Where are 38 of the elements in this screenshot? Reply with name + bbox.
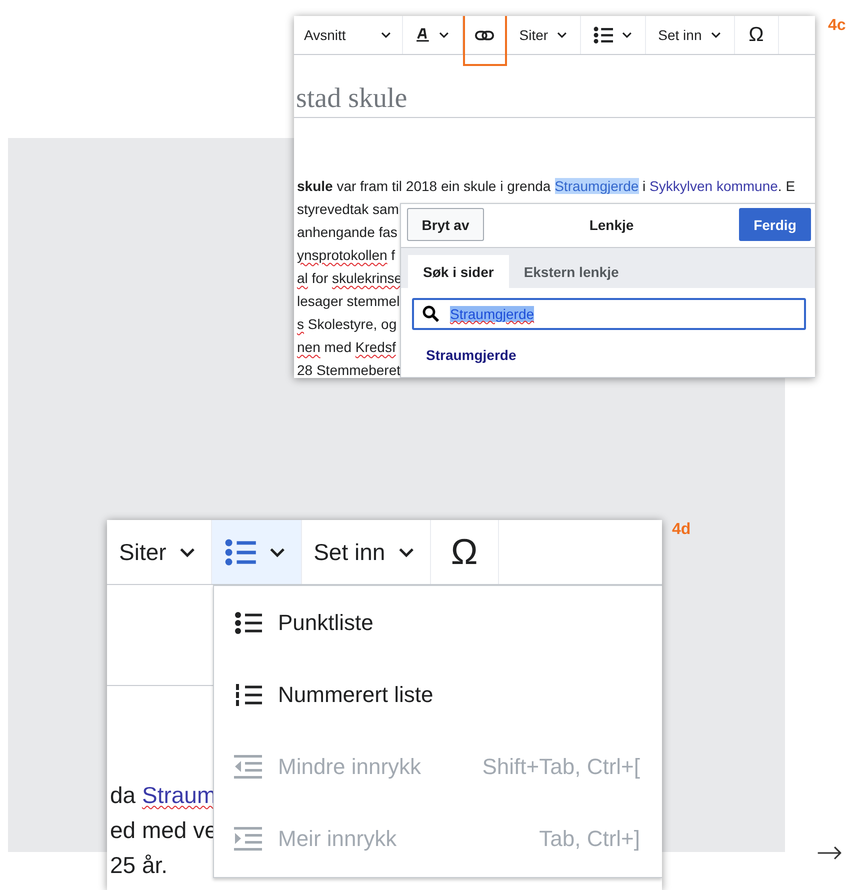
paragraph-line: nen med Kredsf xyxy=(297,338,396,357)
dialog-tab[interactable]: Søk i sider xyxy=(408,255,509,288)
menu-item[interactable]: Nummerert liste xyxy=(214,659,662,731)
dialog-title: Lenkje xyxy=(589,216,634,232)
paragraph-line: anhengande fas xyxy=(297,223,398,242)
menu-item[interactable]: Punktliste xyxy=(214,587,662,659)
link[interactable]: Sykkylven kommune xyxy=(650,178,778,194)
text-style-icon xyxy=(415,27,430,43)
search-result[interactable]: Straumgjerde xyxy=(401,330,815,363)
figure-label: 4d xyxy=(672,521,691,539)
next-arrow[interactable]: → xyxy=(816,833,843,871)
menu-item: Mindre innrykk Shift+Tab, Ctrl+[ xyxy=(214,731,662,803)
keyboard-shortcut: Tab, Ctrl+] xyxy=(539,826,640,852)
bulleted-list-icon xyxy=(224,538,256,566)
numbered-list-icon xyxy=(234,683,262,707)
paragraph-line: styrevedtak sam xyxy=(297,200,399,219)
indent-icon xyxy=(234,827,262,851)
done-button[interactable]: Ferdig xyxy=(738,208,811,241)
outdent-icon xyxy=(234,755,262,779)
selected-link[interactable]: Straumgjerde xyxy=(554,178,639,194)
paragraph-line: skule var fram til 2018 ein skule i grenda Straumgjerde i Sykkylven kommune. E xyxy=(297,177,796,196)
paragraph-line: 28 Stemmeberet xyxy=(297,361,400,378)
page-title: stad skule xyxy=(296,85,408,116)
keyboard-shortcut: Shift+Tab, Ctrl+[ xyxy=(482,754,640,780)
menu-item: Meir innrykk Tab, Ctrl+] xyxy=(214,803,662,875)
paragraph-line: al for skulekrinse xyxy=(297,269,402,288)
search-icon xyxy=(422,305,440,323)
paragraph-line: 25 år. xyxy=(110,851,168,880)
bulleted-list-icon xyxy=(592,26,614,44)
link[interactable]: Straum xyxy=(142,782,216,808)
dialog-tab[interactable]: Ekstern lenkje xyxy=(508,255,634,288)
figure-label: 4c xyxy=(828,17,846,35)
paragraph-line: ynsprotokollen f xyxy=(297,246,396,265)
paragraph-line: da Straum xyxy=(110,781,216,810)
paragraph-line: s Skolestyre, og xyxy=(297,315,397,334)
paragraph-line: lesager stemmel xyxy=(297,292,400,311)
bulleted-list-icon xyxy=(234,611,262,635)
cancel-button[interactable]: Bryt av xyxy=(407,208,484,241)
